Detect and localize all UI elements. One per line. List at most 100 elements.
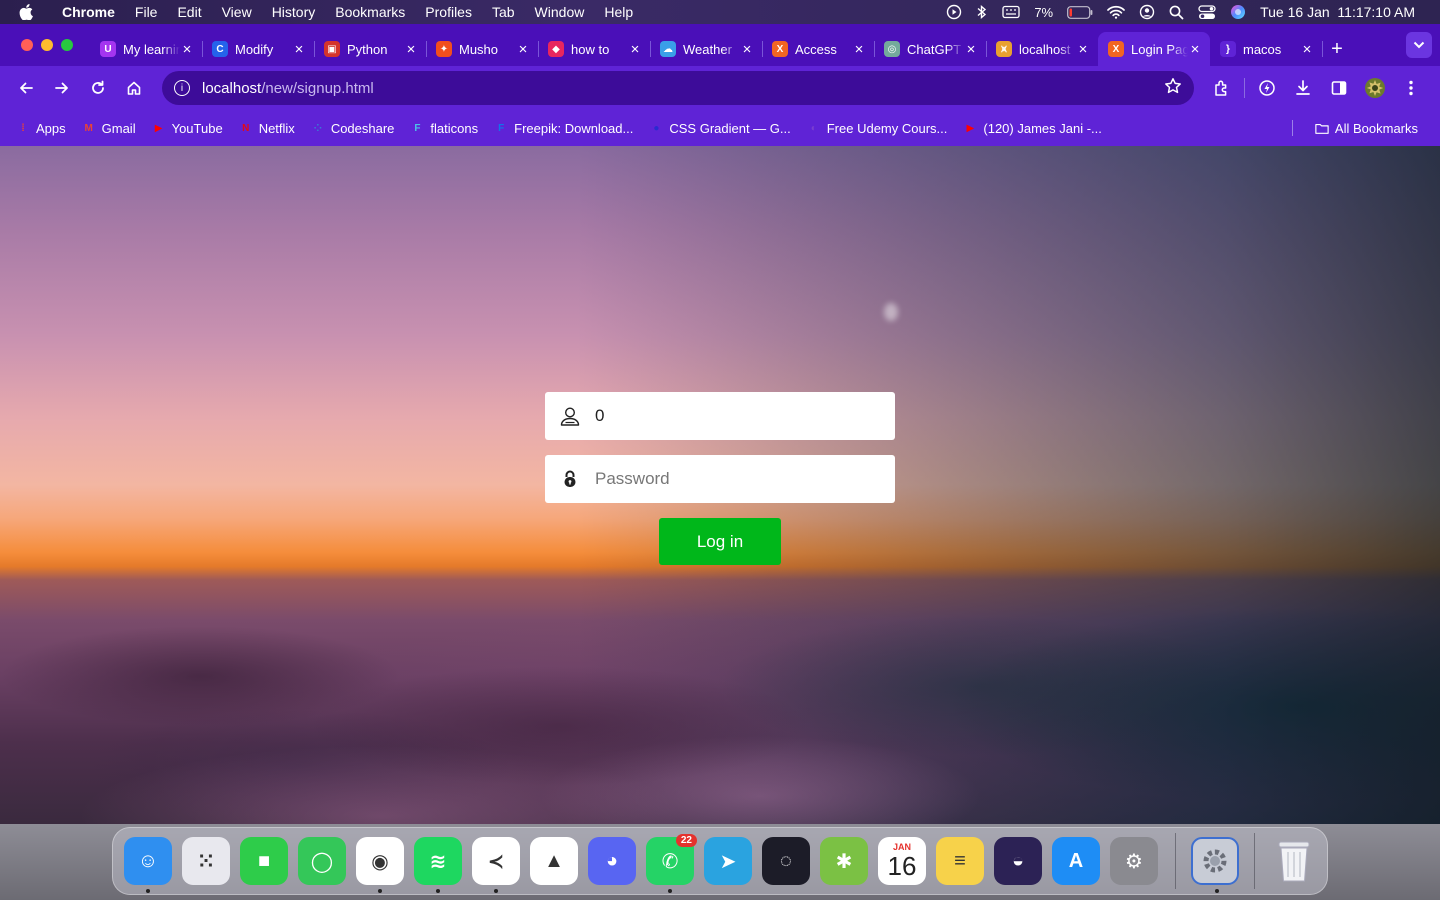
forward-button[interactable] [44,72,80,104]
dock-item[interactable]: ⚙ [1105,832,1163,890]
username-field[interactable] [545,392,895,440]
tab-close-icon[interactable]: × [180,41,194,58]
tab-close-icon[interactable]: × [1076,41,1090,58]
site-info-icon[interactable]: i [174,80,190,96]
new-tab-button[interactable]: + [1322,38,1352,61]
apple-icon[interactable] [0,4,52,20]
dock-item[interactable]: ≋ [409,832,467,893]
tab-close-icon[interactable]: × [964,41,978,58]
back-button[interactable] [8,72,44,104]
bookmark-item[interactable]: F Freepik: Download... [486,121,641,136]
tab[interactable]: C Modify × [202,32,315,66]
dock-item[interactable]: ◒ [989,832,1047,890]
reload-button[interactable] [80,72,116,104]
bookmark-star-icon[interactable] [1164,77,1182,100]
menu-profiles[interactable]: Profiles [415,4,482,20]
extensions-icon[interactable] [1204,72,1240,104]
password-input[interactable] [595,455,895,503]
spotlight-search-icon[interactable] [1162,5,1191,20]
dock-item[interactable]: ≺ [467,832,525,893]
menu-edit[interactable]: Edit [167,4,211,20]
tab-active[interactable]: X Login Page× [1098,32,1210,66]
tab[interactable]: ◎ ChatGPT × [874,32,987,66]
menu-view[interactable]: View [212,4,262,20]
dock-item[interactable]: ➤ [699,832,757,890]
dock-item[interactable]: ✱ [815,832,873,890]
dock-item-system-preferences[interactable] [1188,832,1242,893]
dock-item-trash[interactable] [1267,832,1321,890]
dock-item[interactable]: ◌ [757,832,815,890]
tab[interactable]: ✦ Musho × [426,32,539,66]
address-bar[interactable]: i localhost/new/signup.html [162,71,1194,105]
dock-item[interactable]: ✆ 22 [641,832,699,893]
bookmark-favicon-icon: ⁘ [313,122,322,134]
bookmark-item[interactable]: ● CSS Gradient — G... [641,121,798,136]
tab-close-icon[interactable]: × [852,41,866,58]
user-account-icon[interactable] [1132,4,1162,20]
tab[interactable]: ▣ Python × [314,32,427,66]
menu-app-name[interactable]: Chrome [52,4,125,20]
performance-icon[interactable] [1249,72,1285,104]
bookmark-item[interactable]: ⁞ Apps [8,121,74,136]
bookmarks-bar: ⁞ Apps M Gmail ▶ YouTube N Netflix ⁘ Codeshare Ffl… [0,110,1440,146]
dock-item[interactable]: ▲ [525,832,583,890]
close-window-button[interactable] [21,39,33,51]
profile-avatar[interactable] [1357,72,1393,104]
siri-icon[interactable] [1223,4,1253,20]
tab-title: Login Page [1131,41,1188,57]
menu-window[interactable]: Window [525,4,595,20]
control-center-icon[interactable] [1191,4,1223,20]
clock[interactable]: Tue 16 Jan 11:17:10 AM [1253,4,1422,20]
home-button[interactable] [116,72,152,104]
tab[interactable]: X Access × [762,32,875,66]
dock-item[interactable]: A [1047,832,1105,890]
tab-close-icon[interactable]: × [1188,41,1202,58]
bookmark-item[interactable]: ▶ YouTube [144,121,231,136]
tab-close-icon[interactable]: × [516,41,530,58]
tab[interactable]: ◆ how to × [538,32,651,66]
tab-close-icon[interactable]: × [740,41,754,58]
dock-item[interactable]: ≡ [931,832,989,890]
bookmark-item[interactable]: N Netflix [231,121,303,136]
dock-item[interactable]: ⁙ [177,832,235,890]
tab[interactable]: } macos × [1210,32,1323,66]
bookmark-item[interactable]: ◐ Free Udemy Cours... [799,121,956,136]
dock-item[interactable]: ◕ [583,832,641,890]
login-button[interactable]: Log in [659,518,781,565]
minimize-window-button[interactable] [41,39,53,51]
all-bookmarks-button[interactable]: All Bookmarks [1307,121,1426,136]
menu-help[interactable]: Help [594,4,643,20]
tab-search-button[interactable] [1406,32,1432,58]
battery-icon[interactable] [1060,5,1100,19]
bluetooth-icon[interactable] [969,4,995,20]
wifi-icon[interactable] [1100,5,1132,19]
bookmark-item[interactable]: ⁘ Codeshare [303,121,403,136]
tab[interactable]: U My learning× [90,32,203,66]
menu-file[interactable]: File [125,4,168,20]
dock-item[interactable]: ☺ [119,832,177,893]
tab-close-icon[interactable]: × [292,41,306,58]
bookmark-item[interactable]: Fflaticons [402,121,486,136]
chrome-menu-icon[interactable] [1393,72,1429,104]
menu-history[interactable]: History [262,4,326,20]
bookmark-item[interactable]: ▶ (120) James Jani -... [955,121,1110,136]
dock-item[interactable]: ◯ [293,832,351,890]
tab-close-icon[interactable]: × [628,41,642,58]
tab[interactable]: ☁ Weather × [650,32,763,66]
password-field[interactable] [545,455,895,503]
side-panel-icon[interactable] [1321,72,1357,104]
zoom-window-button[interactable] [61,39,73,51]
downloads-icon[interactable] [1285,72,1321,104]
keyboard-status-icon[interactable] [995,5,1027,19]
tab[interactable]: ⩙ localhost × [986,32,1099,66]
bookmark-item[interactable]: M Gmail [74,121,144,136]
tab-close-icon[interactable]: × [404,41,418,58]
username-input[interactable] [595,392,895,440]
menu-tab[interactable]: Tab [482,4,525,20]
dock-item[interactable]: ■ [235,832,293,890]
dock-item[interactable]: JAN 16 [873,832,931,890]
play-status-icon[interactable] [939,4,969,20]
menu-bookmarks[interactable]: Bookmarks [325,4,415,20]
dock-item[interactable]: ◉ [351,832,409,893]
tab-close-icon[interactable]: × [1300,41,1314,58]
